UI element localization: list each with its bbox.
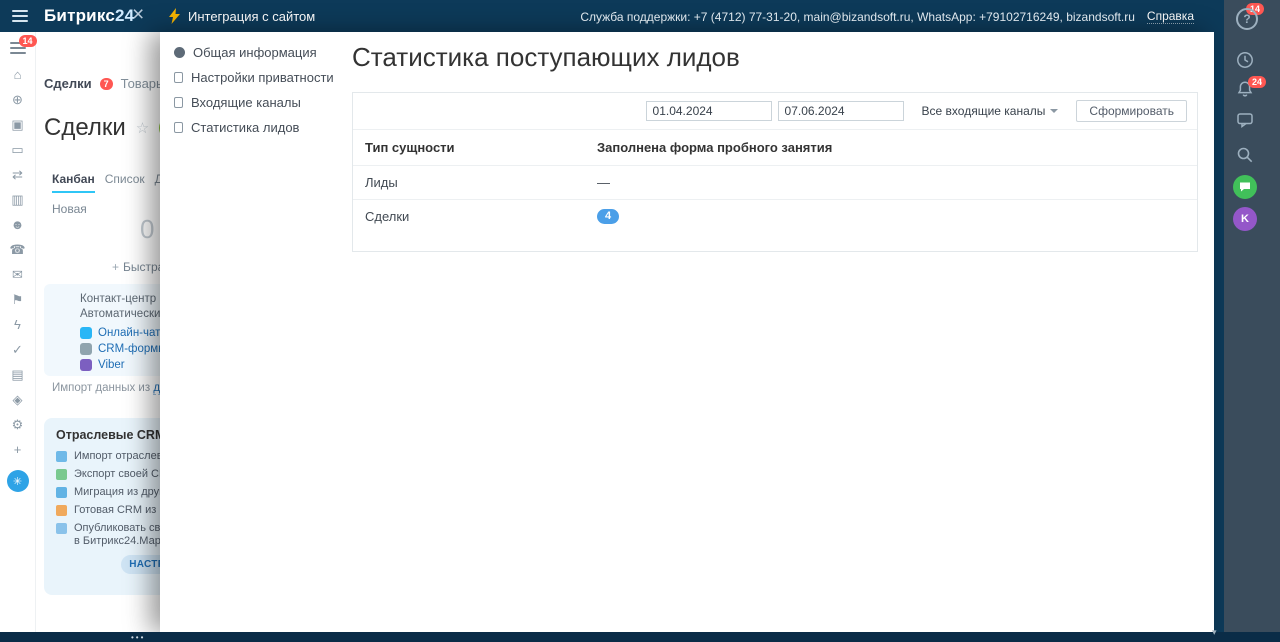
generate-report-button[interactable]: Сформировать: [1076, 100, 1187, 122]
chat-icon[interactable]: [1235, 110, 1255, 135]
document-icon: [174, 97, 183, 108]
integration-slider-panel: Общая информация Настройки приватности В…: [160, 32, 1214, 632]
automation-icon[interactable]: ϟ: [9, 316, 27, 333]
table-row: Сделки 4: [353, 199, 1197, 233]
megaphone-icon[interactable]: ⚑: [9, 291, 27, 308]
channel-select[interactable]: Все входящие каналы: [922, 104, 1059, 118]
help-link[interactable]: Справка: [1146, 9, 1194, 24]
user-avatar[interactable]: K: [1233, 207, 1257, 231]
sync-icon[interactable]: ⇄: [9, 166, 27, 183]
topbar-right-group: Служба поддержки: +7 (4712) 77-31-20, ma…: [580, 9, 1194, 24]
document-icon: [174, 72, 183, 83]
quick-add-plus-icon: +: [112, 260, 120, 274]
tasks-icon[interactable]: ✓: [9, 341, 27, 358]
slider-close-button[interactable]: ×: [132, 2, 144, 28]
top-bar: Битрикс24 × Интеграция с сайтом Служба п…: [0, 0, 1280, 32]
left-icon-rail: 14 ⌂ ⊕ ▣ ▭ ⇄ ▥ ☻ ☎ ✉ ⚑ ϟ ✓ ▤ ◈ ⚙ + ✳: [0, 32, 37, 632]
row-value: —: [597, 175, 610, 190]
help-icon[interactable]: ?: [1236, 8, 1258, 30]
deals-counter-badge: 7: [99, 77, 113, 90]
phone-icon[interactable]: ☎: [9, 241, 27, 258]
slider-content: Статистика поступающих лидов Все входящи…: [352, 32, 1198, 252]
document-icon: [174, 122, 183, 133]
cart-icon[interactable]: ▣: [9, 116, 27, 133]
shield-icon[interactable]: ◈: [9, 391, 27, 408]
crm-form-icon: [80, 343, 92, 355]
bottom-scroll-bar[interactable]: [0, 632, 1280, 642]
tab-deals[interactable]: Сделки: [44, 76, 92, 91]
viber-icon: [80, 359, 92, 371]
row-entity-label: Сделки: [365, 209, 410, 224]
page-title: Сделки: [44, 114, 126, 141]
info-circle-icon: [174, 47, 185, 58]
monitor-icon[interactable]: ▭: [9, 141, 27, 158]
col-channel-name: Заполнена форма пробного занятия: [597, 140, 833, 155]
row-value-badge: 4: [597, 209, 619, 224]
messenger-icon[interactable]: [1233, 175, 1257, 199]
nav-general-info[interactable]: Общая информация: [160, 40, 336, 65]
bell-counter-badge: 24: [1248, 76, 1267, 88]
users-icon[interactable]: ☻: [9, 216, 27, 233]
slider-scroll-arrow-icon[interactable]: ▾: [1212, 627, 1217, 638]
right-notification-rail: 14 ? 24 K: [1224, 0, 1280, 642]
main-menu-icon[interactable]: [12, 10, 28, 22]
kanban-stage-title: Новая: [52, 202, 87, 216]
kanban-stage-count: 0: [140, 214, 155, 244]
rail-menu-icon[interactable]: 14: [9, 35, 37, 54]
boost-icon[interactable]: ✳: [6, 470, 29, 492]
online-chat-icon: [80, 327, 92, 339]
rail-notification-badge: 14: [18, 35, 37, 47]
chevron-down-icon: [1050, 109, 1059, 113]
bitrix24-logo[interactable]: Битрикс24: [44, 6, 134, 26]
search-icon[interactable]: [1235, 145, 1255, 170]
date-from-input[interactable]: [645, 101, 772, 121]
plus-icon[interactable]: +: [9, 441, 27, 458]
import-icon: [56, 451, 67, 462]
globe-icon[interactable]: ⊕: [9, 91, 27, 108]
chart-icon[interactable]: ▥: [9, 191, 27, 208]
date-to-input[interactable]: [777, 101, 904, 121]
crm-section-tabs: Сделки 7 Товары: [44, 76, 165, 91]
mail-icon[interactable]: ✉: [9, 266, 27, 283]
view-tab-kanban[interactable]: Канбан: [52, 172, 95, 193]
share-icon: [56, 523, 67, 534]
support-contacts-text: Служба поддержки: +7 (4712) 77-31-20, ma…: [580, 9, 1135, 24]
kanban-scroll-dots: •••: [131, 633, 146, 642]
integration-bolt-icon: [168, 8, 181, 29]
nav-lead-statistics[interactable]: Статистика лидов: [160, 115, 336, 140]
stats-box: Все входящие каналы Сформировать Тип сущ…: [352, 92, 1198, 252]
tab-products[interactable]: Товары: [121, 76, 166, 91]
history-clock-icon[interactable]: [1235, 50, 1255, 75]
nav-incoming-channels[interactable]: Входящие каналы: [160, 90, 336, 115]
col-entity-type: Тип сущности: [365, 140, 455, 155]
table-row: Лиды —: [353, 165, 1197, 199]
favorite-star-icon[interactable]: ☆: [136, 119, 149, 137]
stats-filter-bar: Все входящие каналы Сформировать: [353, 93, 1197, 129]
settings-icon[interactable]: ⚙: [9, 416, 27, 433]
view-tab-list[interactable]: Список: [105, 172, 145, 193]
stats-page-title: Статистика поступающих лидов: [352, 42, 740, 72]
stats-table-header: Тип сущности Заполнена форма пробного за…: [353, 129, 1197, 165]
export-icon: [56, 469, 67, 480]
nav-privacy-settings[interactable]: Настройки приватности: [160, 65, 336, 90]
slider-header-title: Интеграция с сайтом: [188, 9, 316, 24]
box-icon: [56, 505, 67, 516]
sites-icon[interactable]: ▤: [9, 366, 27, 383]
slider-nav: Общая информация Настройки приватности В…: [160, 32, 336, 140]
home-icon[interactable]: ⌂: [9, 66, 27, 83]
migration-icon: [56, 487, 67, 498]
row-entity-label: Лиды: [365, 175, 398, 190]
